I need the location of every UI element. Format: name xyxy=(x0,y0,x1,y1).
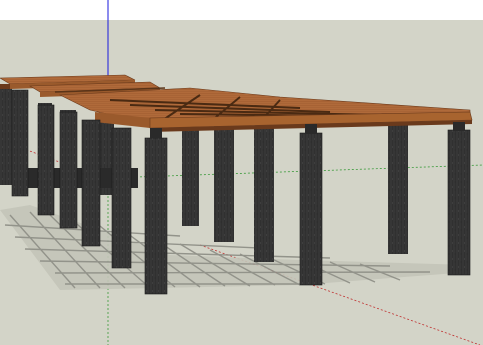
post xyxy=(37,104,55,216)
post xyxy=(447,129,471,276)
post xyxy=(299,132,323,286)
post xyxy=(182,126,199,226)
post xyxy=(59,111,78,229)
post xyxy=(0,85,12,185)
post xyxy=(11,89,29,197)
post xyxy=(214,126,234,242)
scene-canvas[interactable] xyxy=(0,0,483,345)
post xyxy=(144,137,168,295)
post xyxy=(388,124,408,254)
post xyxy=(254,126,274,262)
post xyxy=(111,127,132,269)
3d-viewport[interactable] xyxy=(0,0,483,345)
sky xyxy=(0,0,483,20)
post xyxy=(81,119,101,247)
